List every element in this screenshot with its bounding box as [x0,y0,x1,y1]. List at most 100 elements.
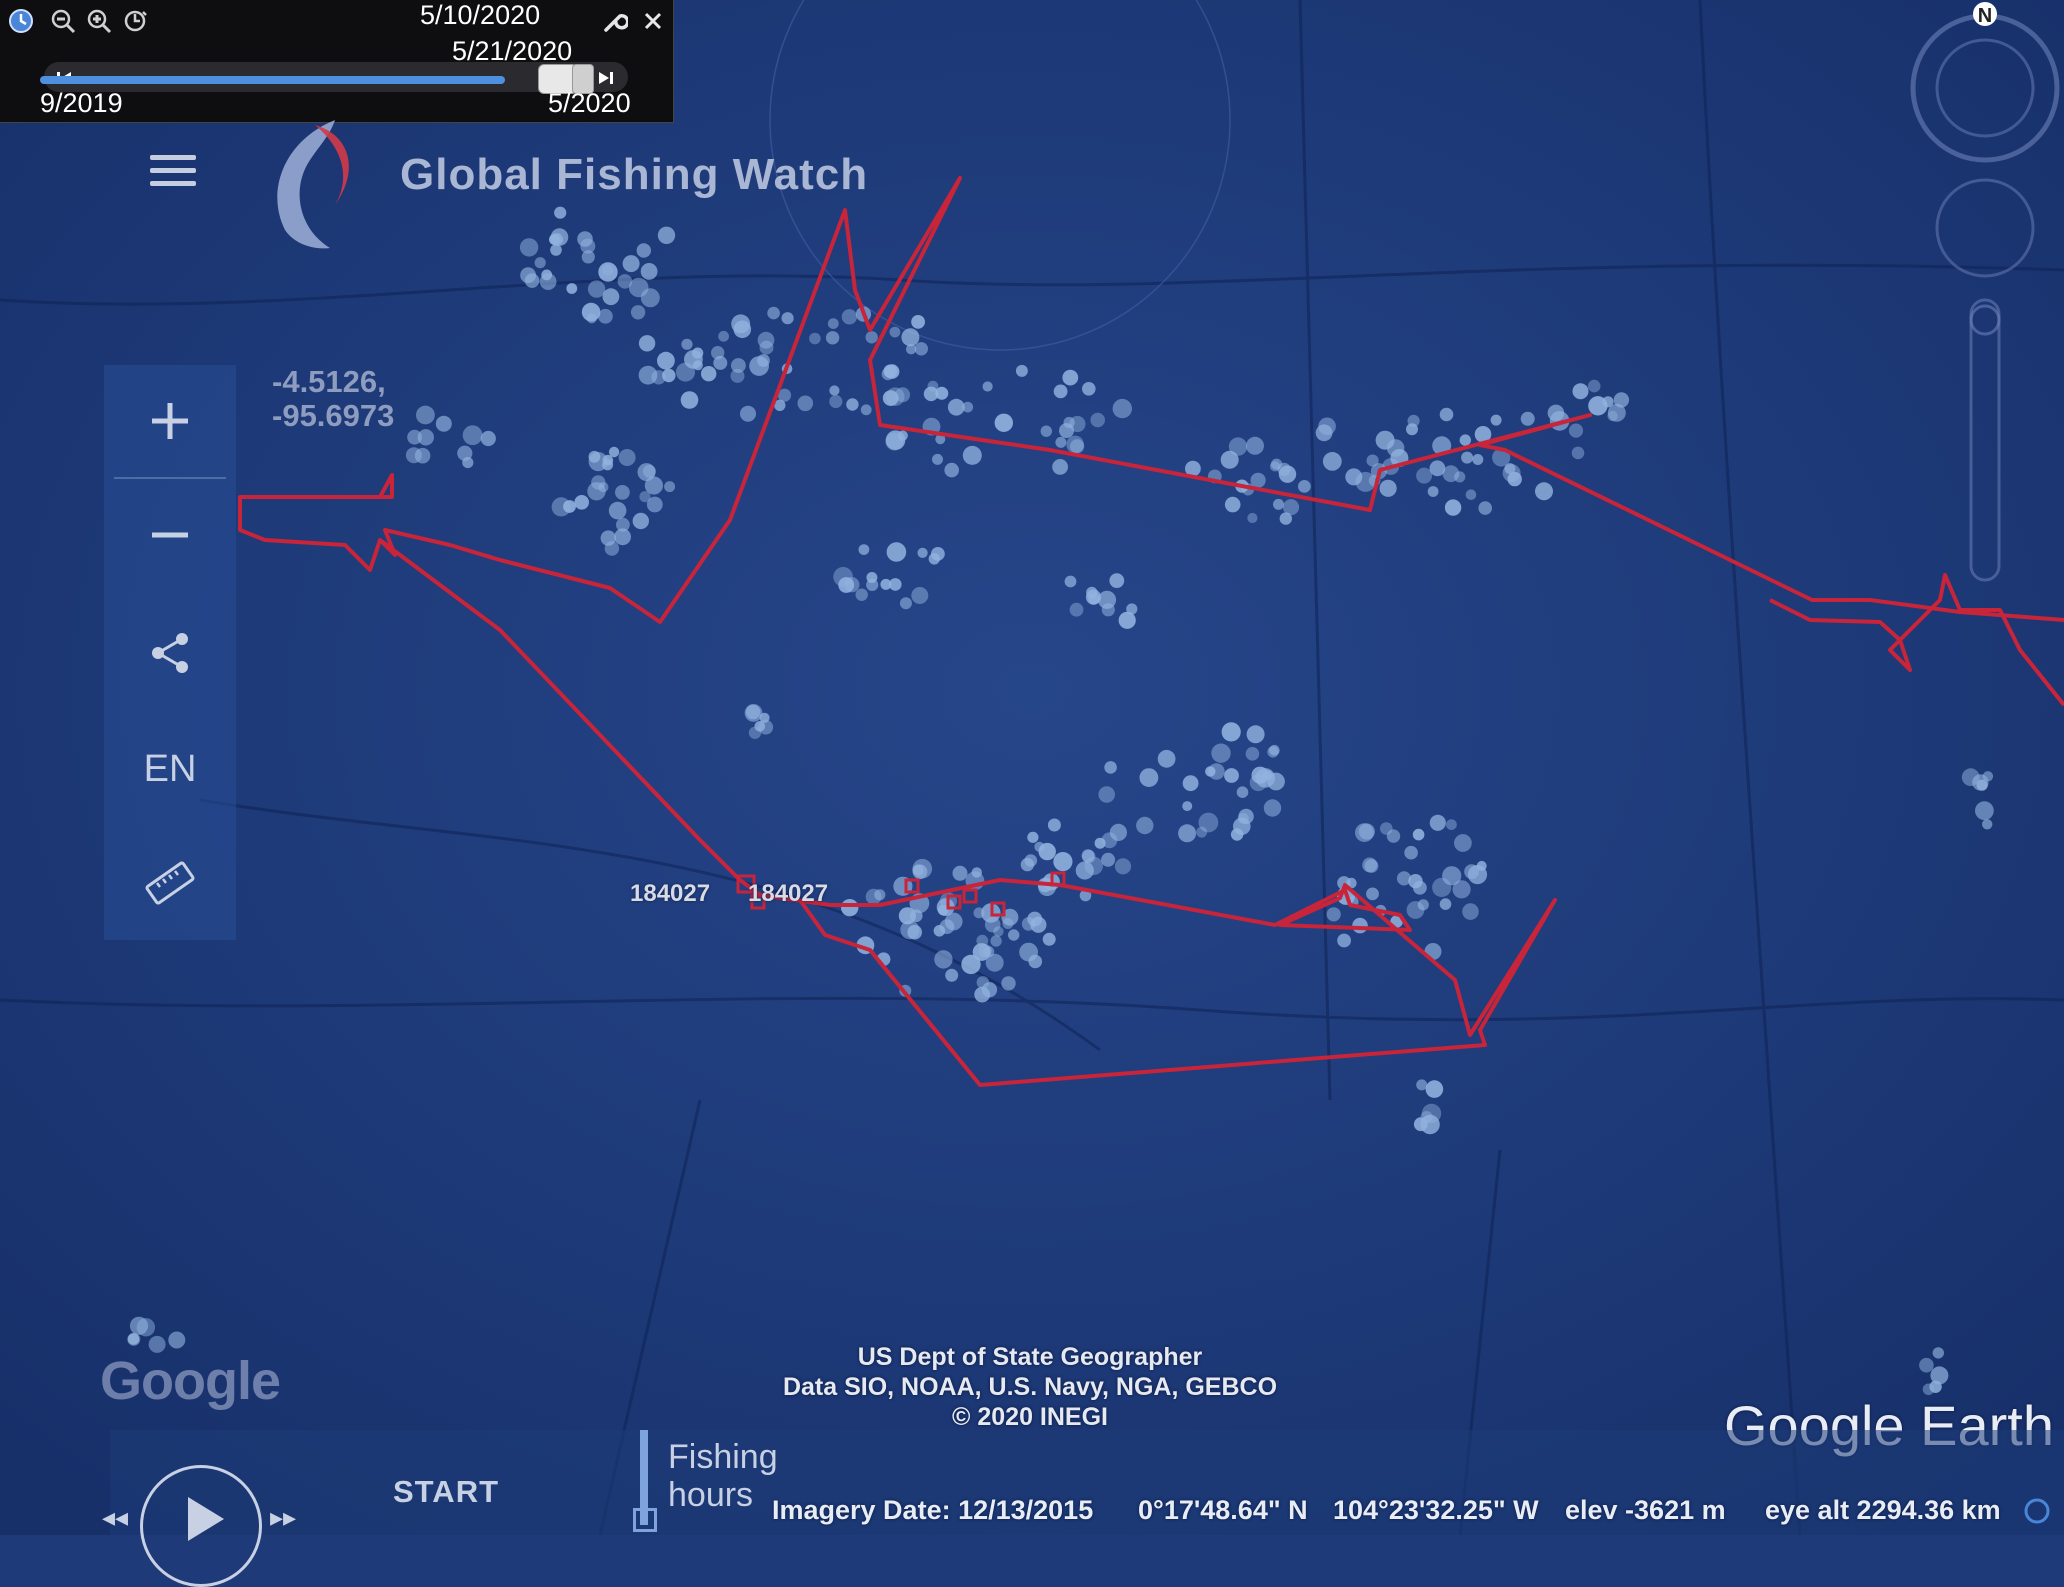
zoom-slider[interactable] [1969,298,2001,582]
fishing-activity-dot [914,342,928,356]
menu-icon[interactable] [150,155,196,187]
fishing-activity-dot [701,366,717,382]
fishing-activity-dot [1421,1103,1442,1124]
fishing-activity-dot [889,578,902,591]
fishing-activity-dot [168,1331,186,1349]
fishing-activity-dot [740,405,756,422]
fishing-activity-dot [1427,486,1439,497]
fishing-activity-dot [1015,364,1028,377]
zoom-in-time-icon[interactable] [86,8,112,34]
fishing-activity-dot [990,935,1002,947]
fishing-activity-dot [1930,1366,1949,1385]
fishing-activity-dot [622,255,640,273]
fishing-activity-dot [718,330,729,342]
fishing-activity-dot [1247,512,1258,524]
navigation-controls: N [1910,2,2060,582]
fishing-activity-dot [858,544,870,555]
fishing-activity-dot [1245,747,1260,761]
fast-forward-icon[interactable]: ▸▸ [270,1502,296,1533]
vessel-track[interactable] [238,176,2064,624]
fishing-activity-dot [602,288,620,306]
fishing-activity-dot [417,429,434,446]
fishing-activity-dot [1236,786,1249,798]
fishing-activity-dot [405,447,422,464]
fishing-activity-dot [973,907,985,919]
fishing-activity-dot [1298,480,1311,493]
zoom-slider-handle[interactable] [1969,304,2001,336]
fishing-activity-dot [1008,929,1020,941]
zoom-out-time-icon[interactable] [50,8,76,34]
fishing-activity-dot [1572,383,1589,400]
layer-label-line: Fishing [668,1438,778,1476]
vessel-track-south[interactable] [378,538,1557,1087]
cursor-coordinates: -4.5126, -95.6973 [272,365,394,433]
fishing-activity-dot [1001,976,1016,991]
start-label: START [393,1474,500,1509]
fishing-activity-dot [1114,858,1132,875]
fishing-activity-dot [1139,768,1159,787]
zoom-out-button[interactable] [104,479,236,591]
fishing-activity-dot [1090,412,1105,428]
zoom-in-button[interactable] [104,365,236,477]
fishing-activity-dot [1263,799,1282,817]
fishing-activity-dot [1109,573,1125,588]
fishing-activity-dot [676,362,695,382]
vessel-position-marker[interactable] [962,888,978,904]
clock-icon[interactable] [8,8,34,34]
elevation-readout: elev -3621 m [1565,1495,1726,1525]
fishing-activity-dot [984,916,1001,933]
fishing-activity-dot [945,968,959,982]
fishing-activity-dot [923,386,939,402]
cursor-lat: -4.5126, [272,364,386,399]
fishing-activity-dot [1322,452,1342,471]
fishing-activity-dot [519,238,539,257]
fishing-activity-dot [827,318,839,329]
vessel-id-label[interactable]: 184027 [630,880,710,908]
fishing-activity-dot [581,250,595,264]
fishing-activity-dot [1429,460,1446,477]
time-slider-panel: 5/10/2020 5/21/2020 9/2019 5/2020 [0,0,674,123]
fishing-activity-dot [681,338,693,350]
fishing-activity-dot [860,404,872,416]
fishing-activity-dot [912,864,924,876]
fishing-activity-dot [1047,818,1061,832]
fishing-activity-dot [1975,801,1994,821]
fishing-activity-dot [1613,392,1630,408]
fishing-activity-dot [1126,603,1138,615]
layer-label-line: hours [668,1476,754,1514]
attribution-line: US Dept of State Geographer [857,1343,1203,1371]
fishing-activity-dot [901,328,920,347]
share-button[interactable] [104,597,236,709]
timeline-marker-handle[interactable] [633,1508,657,1532]
close-icon[interactable] [640,8,666,34]
ruler-button[interactable] [104,827,236,939]
rewind-icon[interactable]: ◂◂ [102,1502,128,1533]
skip-to-end-icon[interactable] [598,70,614,86]
wrench-icon[interactable] [602,8,628,34]
fishing-activity-dot [1315,424,1333,442]
time-range-start-date: 5/10/2020 [420,0,541,30]
fishing-activity-dot [961,954,981,975]
fishing-activity-dot [1454,834,1472,852]
play-icon [188,1497,224,1541]
time-settings-icon[interactable] [122,8,148,34]
fishing-activity-dot [1027,831,1039,843]
fishing-activity-dot [1101,852,1116,867]
fishing-activity-dot [1098,786,1115,803]
fishing-activity-dot [733,320,752,339]
look-joystick[interactable] [1935,178,2035,278]
fishing-activity-dot [1366,454,1379,467]
fishing-activity-dot [886,542,907,562]
fishing-activity-dot [907,924,922,940]
fishing-activity-dot [883,364,897,378]
fishing-activity-dot [1221,722,1241,742]
language-button[interactable]: EN [104,713,236,825]
fishing-activity-dot [416,405,435,425]
fishing-activity-dot [1442,866,1462,886]
fishing-activity-dot [731,358,746,373]
fishing-activity-dot [608,501,627,520]
vessel-id-label[interactable]: 184027 [748,880,828,908]
fishing-activity-dot [651,370,666,385]
fishing-activity-dot [1081,849,1095,862]
fishing-activity-dot [1413,880,1427,895]
